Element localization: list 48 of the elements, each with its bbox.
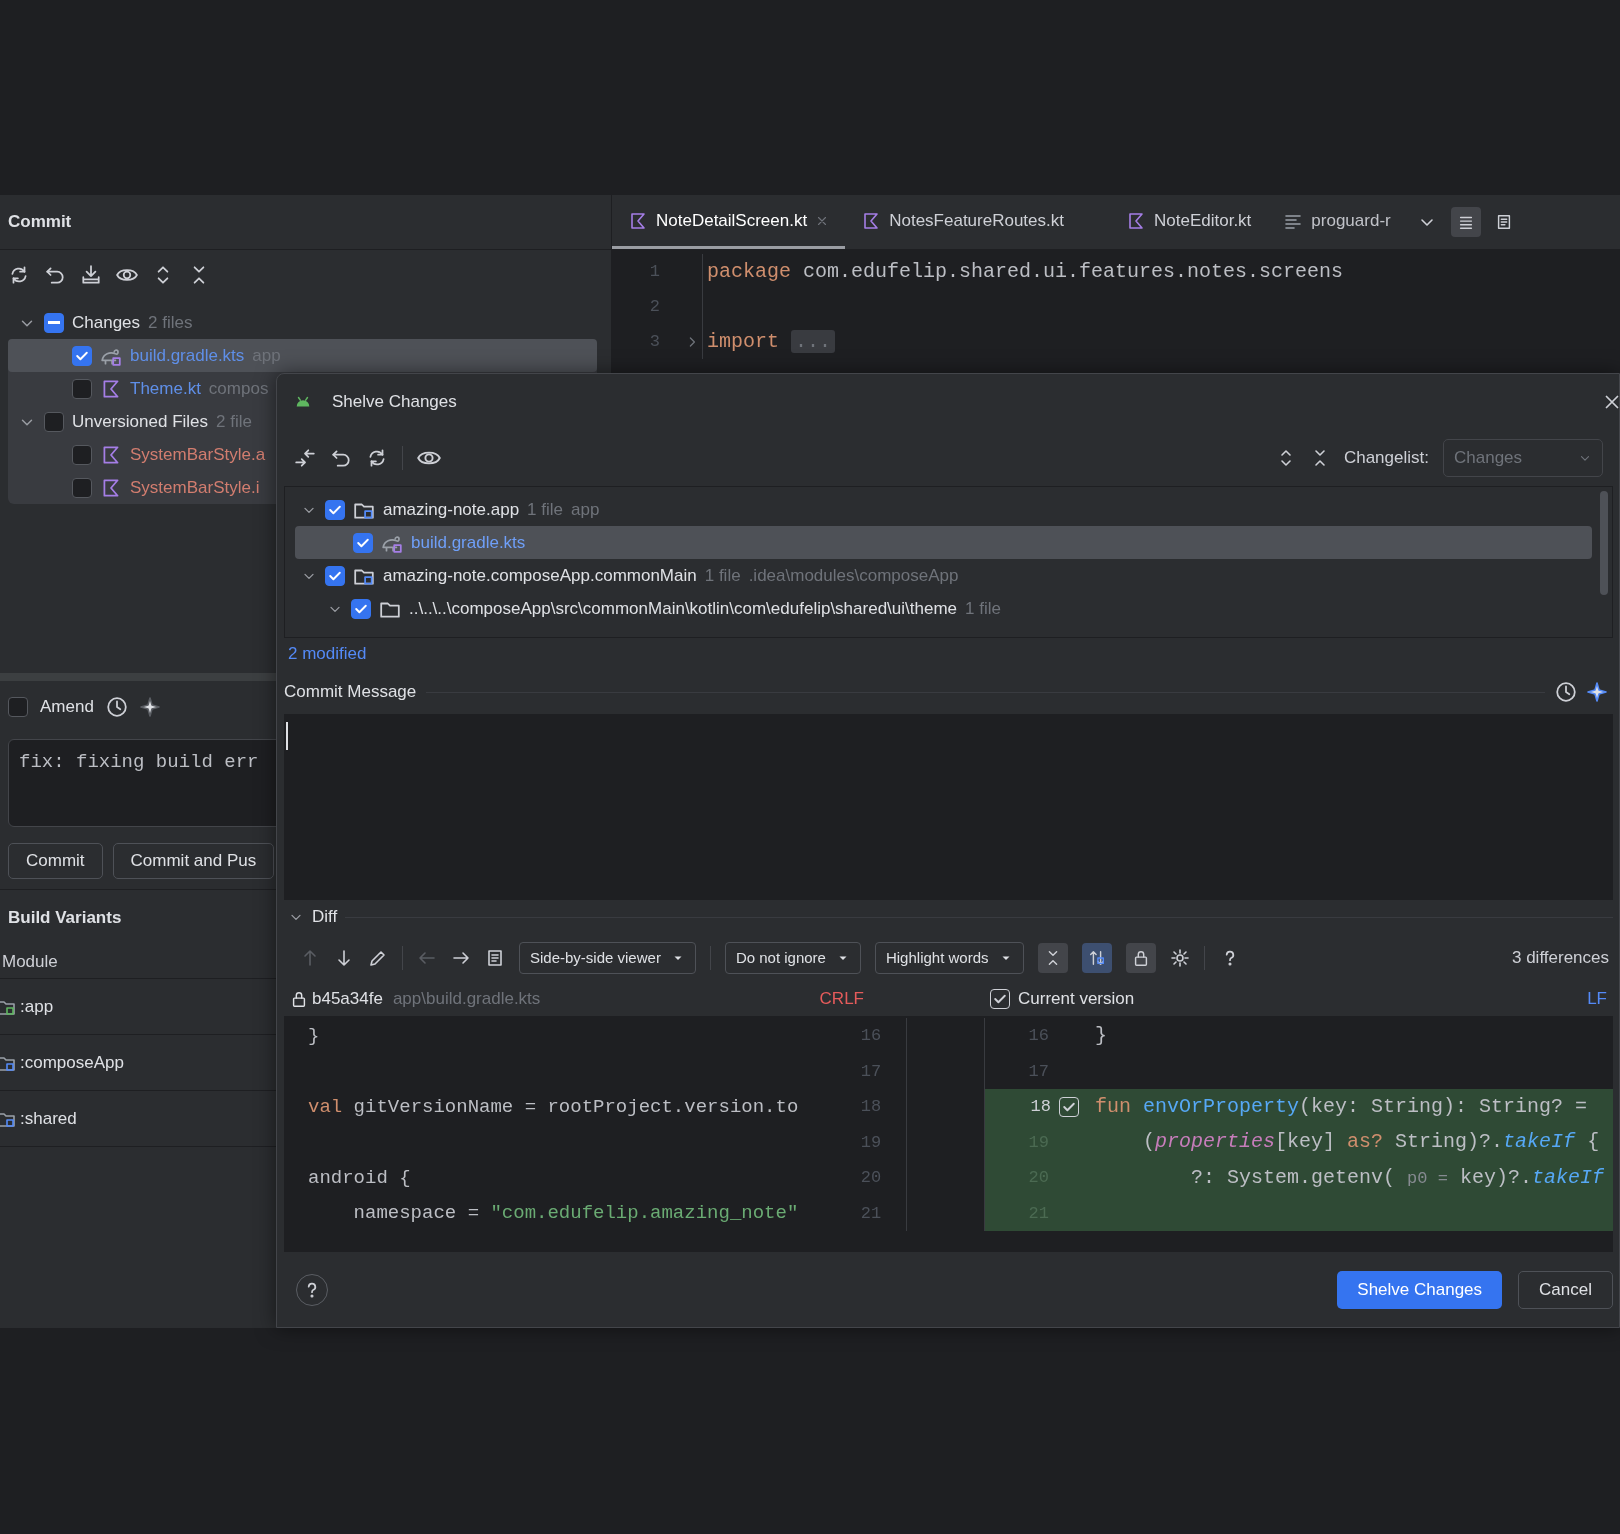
file-name: SystemBarStyle.a (130, 443, 266, 466)
module-path: .idea\modules\composeApp (748, 564, 959, 587)
modified-count: 2 modified (288, 643, 367, 666)
group-label: Changes (72, 311, 141, 334)
code-line: val gitVersionName = rootProject.version.to (308, 1095, 799, 1118)
module-name: :shared (20, 1107, 77, 1130)
module-name: :composeApp (20, 1051, 124, 1074)
amend-label: Amend (40, 696, 94, 719)
file-count: 2 file (216, 410, 252, 433)
file-count: 1 file (527, 498, 563, 521)
file-name: Theme.kt (130, 377, 201, 400)
file-name: ..\..\..\composeApp\src\commonMain\kotlin\com\edufelip\shared\ui\theme (409, 597, 958, 620)
code-line: } (308, 1024, 320, 1047)
file-name: build.gradle.kts (130, 344, 245, 367)
revision-hash: b45a34fe (312, 988, 383, 1011)
code-line: android { (308, 1166, 411, 1189)
file-name: build.gradle.kts (411, 531, 526, 554)
section-label: Commit Message (284, 681, 417, 704)
dialog-title: Shelve Changes (332, 391, 457, 414)
module-name: :app (20, 995, 54, 1018)
file-path: app\build.gradle.kts (392, 988, 541, 1011)
code-line: fun envOrProperty(key: String): String? = (1095, 1094, 1588, 1118)
panel-title: Commit (8, 211, 72, 234)
group-label: Unversioned Files (72, 410, 209, 433)
panel-title: Build Variants (8, 906, 122, 929)
code-line: ?: System.getenv( p0 = key)?.takeIf (1190, 1165, 1604, 1189)
line-ending: LF (1587, 988, 1607, 1011)
file-name: amazing-note.composeApp.commonMain (383, 564, 697, 587)
file-name: amazing-note.app (383, 498, 520, 521)
code-line: package com.edufelip.shared.ui.features.notes.screens (707, 258, 1344, 285)
file-count: 1 file (704, 564, 741, 587)
code-line: namespace = "com.edufelip.amazing_note" (352, 1202, 799, 1224)
code-line: (properties[key] as? String)?.takeIf { (1142, 1130, 1600, 1154)
differences-count: 3 differences (1511, 947, 1609, 970)
code-line: } (1095, 1023, 1107, 1047)
file-name: SystemBarStyle.i (130, 476, 260, 499)
section-label: Diff (312, 906, 338, 929)
changelist-label: Changelist: (1343, 447, 1429, 470)
module-path: app (571, 498, 600, 521)
file-count: 2 files (148, 311, 193, 334)
line-number: 18 (1030, 1096, 1051, 1118)
file-count: 1 file (965, 597, 1001, 620)
column-header: Module (2, 950, 58, 973)
code-line: import ... (707, 326, 836, 357)
version-label: Current version (1018, 988, 1135, 1011)
changelist-dropdown: Changes (1443, 439, 1603, 477)
file-path: compos (208, 377, 269, 400)
line-ending: CRLF (819, 988, 864, 1011)
